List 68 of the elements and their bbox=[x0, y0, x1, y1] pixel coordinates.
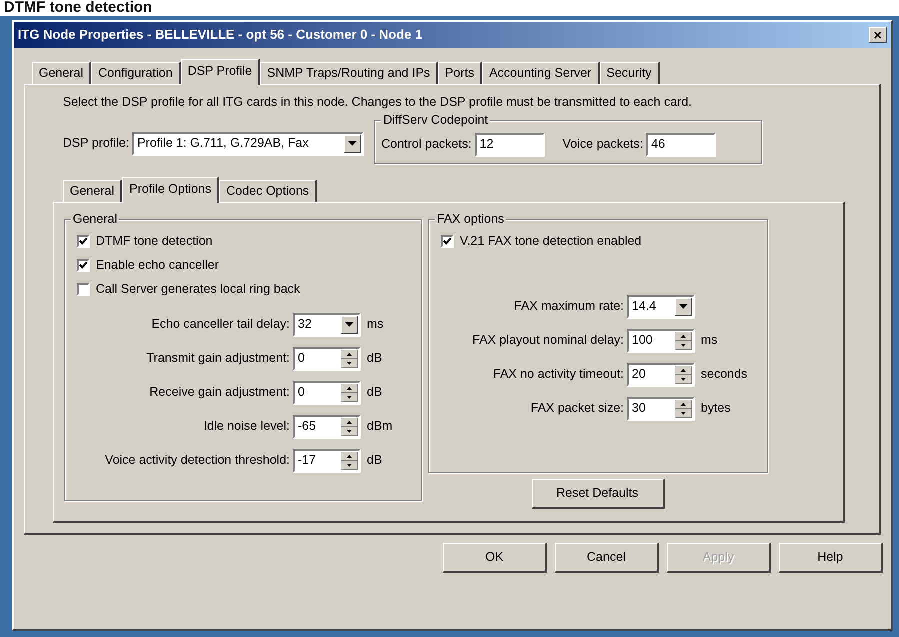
unit-label: dB bbox=[367, 350, 382, 368]
spinner-arrows-icon[interactable] bbox=[341, 452, 358, 470]
field-label: Receive gain adjustment: bbox=[148, 384, 291, 402]
dialog-button[interactable]: OK bbox=[443, 542, 547, 573]
tab[interactable]: General bbox=[63, 180, 122, 202]
tab[interactable]: General bbox=[32, 62, 92, 84]
tab[interactable]: Ports bbox=[438, 62, 482, 84]
dropdown-field[interactable]: 32 bbox=[293, 312, 361, 337]
unit-label: dB bbox=[367, 452, 382, 470]
checkbox-label: V.21 FAX tone detection enabled bbox=[460, 233, 642, 250]
unit-label: dB bbox=[367, 384, 382, 402]
spinner-field[interactable]: 0 bbox=[293, 346, 361, 371]
field-label: Control packets: bbox=[381, 136, 472, 154]
spinner-field[interactable]: 20 bbox=[627, 362, 695, 387]
unit-label: ms bbox=[367, 316, 384, 334]
field-label: Voice activity detection threshold: bbox=[104, 452, 291, 470]
group-title: General bbox=[71, 212, 120, 226]
checkbox-label: Enable echo canceller bbox=[96, 257, 219, 274]
spinner-arrows-icon[interactable] bbox=[341, 384, 358, 402]
field-label: DSP profile: bbox=[63, 135, 130, 152]
checkbox[interactable] bbox=[77, 283, 90, 296]
checkbox[interactable] bbox=[77, 259, 90, 272]
field-label: Voice packets: bbox=[562, 136, 644, 154]
checkbox[interactable] bbox=[77, 235, 90, 248]
field-label: FAX packet size: bbox=[530, 400, 625, 418]
dialog-button[interactable]: Help bbox=[779, 542, 883, 573]
spinner-arrows-icon[interactable] bbox=[341, 350, 358, 368]
field-label: FAX no activity timeout: bbox=[492, 366, 625, 384]
dialog-button[interactable]: Cancel bbox=[555, 542, 659, 573]
dropdown-field[interactable]: 14.4 bbox=[627, 294, 695, 319]
tab[interactable]: Configuration bbox=[91, 62, 181, 84]
tab[interactable]: Accounting Server bbox=[482, 62, 600, 84]
window-title: ITG Node Properties - BELLEVILLE - opt 56 - Customer 0 - Node 1 bbox=[18, 26, 422, 44]
text-field[interactable]: 46 bbox=[646, 132, 716, 157]
checkbox-label: DTMF tone detection bbox=[96, 233, 213, 250]
tab[interactable]: Profile Options bbox=[122, 176, 220, 203]
spinner-arrows-icon[interactable] bbox=[675, 400, 692, 418]
field-label: Transmit gain adjustment: bbox=[146, 350, 291, 368]
tab[interactable]: Security bbox=[600, 62, 660, 84]
unit-label: dBm bbox=[367, 418, 393, 436]
spinner-arrows-icon[interactable] bbox=[341, 418, 358, 436]
close-button[interactable]: × bbox=[869, 27, 887, 43]
spinner-field[interactable]: -17 bbox=[293, 448, 361, 473]
tab[interactable]: SNMP Traps/Routing and IPs bbox=[260, 62, 438, 84]
dsp-profile-dropdown[interactable]: Profile 1: G.711, G.729AB, Fax bbox=[132, 132, 364, 156]
spinner-arrows-icon[interactable] bbox=[675, 366, 692, 384]
field-label: FAX maximum rate: bbox=[513, 298, 625, 316]
text-field[interactable]: 12 bbox=[474, 132, 545, 157]
checkbox[interactable] bbox=[441, 235, 454, 248]
instructions-text: Select the DSP profile for all ITG cards in this node. Changes to the DSP profile must be transmitted to each card. bbox=[63, 94, 694, 111]
field-label: FAX playout nominal delay: bbox=[472, 332, 625, 350]
spinner-field[interactable]: 100 bbox=[627, 328, 695, 353]
spinner-field[interactable]: -65 bbox=[293, 414, 361, 439]
tab[interactable]: DSP Profile bbox=[180, 59, 260, 85]
group-title: DiffServ Codepoint bbox=[381, 112, 490, 127]
spinner-field[interactable]: 0 bbox=[293, 380, 361, 405]
reset-defaults-button[interactable]: Reset Defaults bbox=[532, 478, 664, 509]
page-heading: DTMF tone detection bbox=[3, 0, 154, 16]
unit-label: bytes bbox=[701, 400, 731, 418]
spinner-arrows-icon[interactable] bbox=[675, 332, 692, 350]
group-title: FAX options bbox=[435, 212, 506, 226]
field-label: Echo canceller tail delay: bbox=[150, 316, 291, 334]
tab[interactable]: Codec Options bbox=[219, 180, 318, 202]
field-label: Idle noise level: bbox=[202, 418, 291, 436]
spinner-field[interactable]: 30 bbox=[627, 396, 695, 421]
unit-label: seconds bbox=[701, 366, 748, 384]
unit-label: ms bbox=[701, 332, 718, 350]
checkbox-label: Call Server generates local ring back bbox=[96, 281, 300, 298]
